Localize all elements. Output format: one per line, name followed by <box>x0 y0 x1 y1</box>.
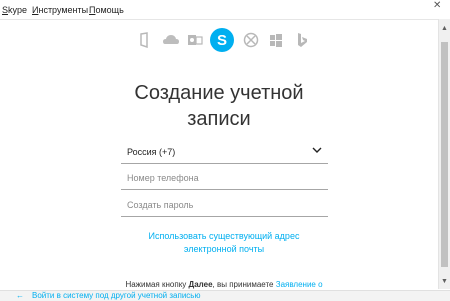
statement-link[interactable]: Заявление о <box>276 280 323 289</box>
alt-link-line1: Использовать существующий адрес <box>148 231 300 241</box>
skype-icon[interactable]: S <box>210 28 234 52</box>
onedrive-icon[interactable] <box>162 32 180 48</box>
menu-tools[interactable]: Инструменты <box>32 5 88 15</box>
phone-placeholder: Номер телефона <box>127 173 199 183</box>
vertical-scrollbar[interactable]: ▲ ▼ <box>438 19 450 289</box>
footnote-after: , вы принимаете <box>212 280 274 289</box>
office-icon[interactable] <box>136 32 152 48</box>
sign-in-other-account-link[interactable]: Войти в систему под другой учетной запис… <box>32 291 200 300</box>
close-icon[interactable]: ✕ <box>433 0 441 11</box>
back-arrow-icon[interactable]: ← <box>16 291 24 300</box>
menu-bar: Skype Инструменты Помощь ✕ <box>0 0 450 19</box>
menu-skype[interactable]: Skype <box>2 5 27 15</box>
microsoft-app-bar: S <box>130 28 330 56</box>
password-placeholder: Создать пароль <box>127 200 194 210</box>
country-value: Россия (+7) <box>127 147 176 157</box>
password-field[interactable]: Создать пароль <box>121 194 328 217</box>
xbox-icon[interactable] <box>243 32 259 48</box>
menu-help-label: омощь <box>95 5 124 15</box>
terms-footnote: Нажимая кнопку Далее, вы принимаете Заяв… <box>0 280 448 289</box>
alt-link-line2: электронной почты <box>183 244 265 254</box>
use-existing-email-link[interactable]: Использовать существующий адрес электрон… <box>0 230 448 256</box>
footnote-next-word: Далее <box>188 280 213 289</box>
footnote-before: Нажимая кнопку <box>125 280 187 289</box>
scroll-down-icon[interactable]: ▼ <box>441 278 448 285</box>
outlook-icon[interactable] <box>187 32 203 48</box>
country-select[interactable]: Россия (+7) <box>121 141 328 164</box>
menu-tools-label: нструменты <box>38 5 89 15</box>
chevron-down-icon <box>312 147 322 153</box>
bing-icon[interactable] <box>294 32 310 48</box>
phone-number-field[interactable]: Номер телефона <box>121 167 328 190</box>
menu-skype-label: kype <box>8 5 28 15</box>
scroll-thumb[interactable] <box>441 42 448 267</box>
windows-icon[interactable] <box>268 32 284 48</box>
page-title-line2: записи <box>187 108 251 130</box>
menu-help[interactable]: Помощь <box>89 5 124 15</box>
menu-divider <box>0 19 438 20</box>
bottom-bar: ← Войти в систему под другой учетной зап… <box>0 290 450 301</box>
scroll-up-icon[interactable]: ▲ <box>441 25 448 32</box>
